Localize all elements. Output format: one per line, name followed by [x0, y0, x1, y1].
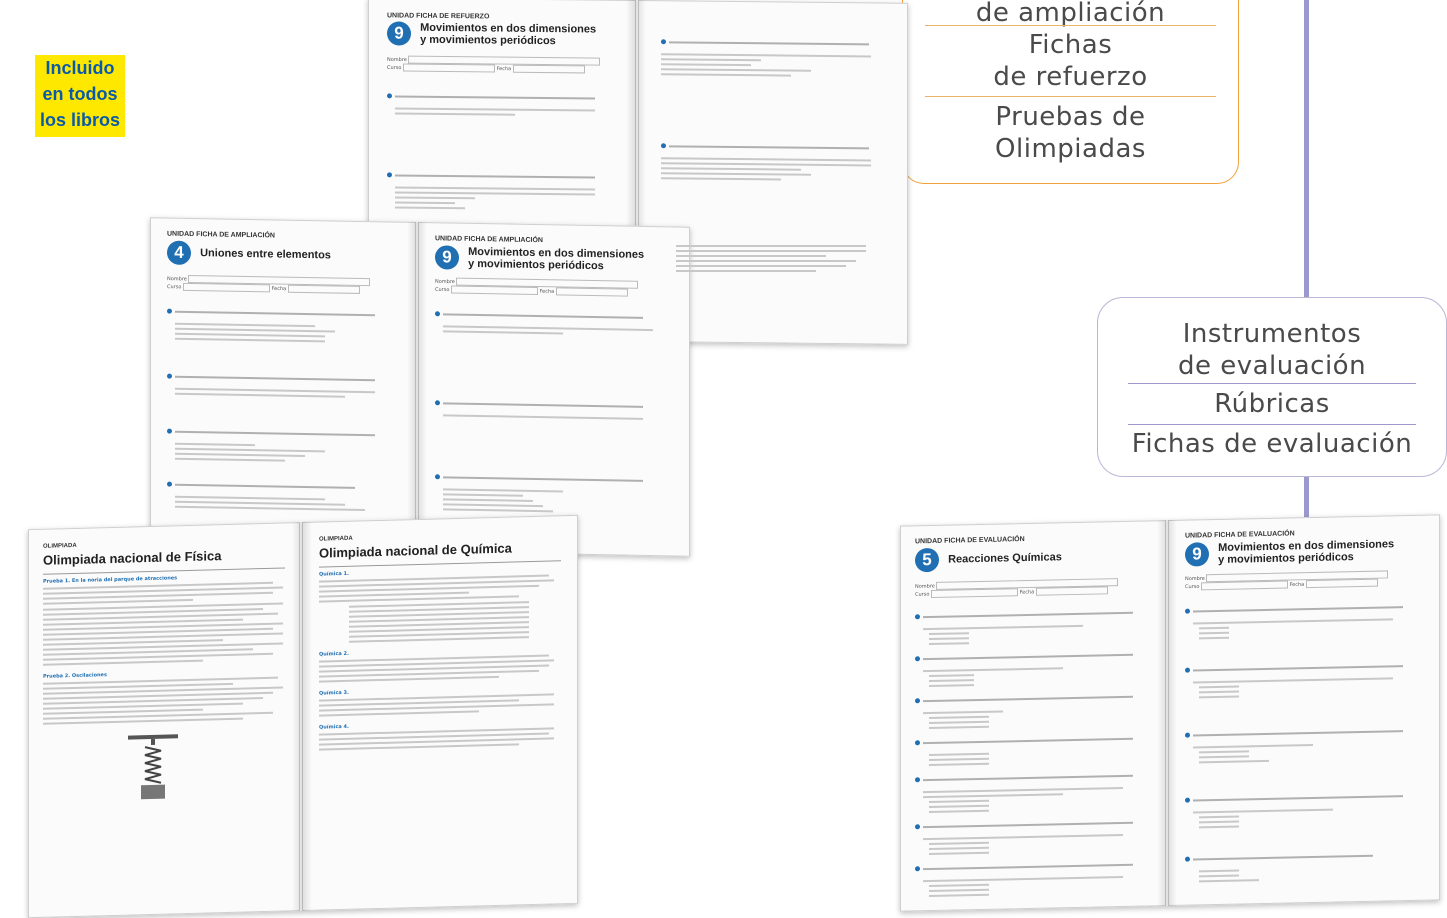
page-olimpiada-fisica: OLIMPIADA Olimpiada nacional de Física P…: [28, 522, 300, 918]
callout-line-pruebas: Pruebas de: [995, 102, 1146, 132]
question-block: [167, 474, 399, 512]
callout-line-instrumentos: Instrumentos: [1182, 319, 1362, 349]
unit-number-badge: 9: [1185, 542, 1209, 567]
callout-line-rubricas: Rúbricas: [1214, 389, 1330, 419]
question-block: [435, 303, 673, 336]
question-block: [435, 392, 673, 420]
page-title: Movimientos en dos dimensiones y movimie…: [1218, 538, 1394, 566]
question-block: [387, 164, 617, 210]
book-olimpiada: OLIMPIADA Olimpiada nacional de Física P…: [28, 514, 578, 918]
badge-line-2: en todos: [42, 84, 118, 104]
connector-line: [1304, 0, 1309, 298]
badge-line-3: los libros: [39, 110, 120, 130]
question-block: [661, 135, 885, 181]
page-olimpiada-quimica: OLIMPIADA Olimpiada nacional de Química …: [302, 514, 578, 912]
question-block: [1185, 655, 1423, 699]
question-block: [1185, 785, 1423, 829]
title-line-2: y movimientos periódicos: [1218, 551, 1354, 566]
question-block: [1185, 844, 1423, 883]
question-block: [387, 85, 617, 116]
callout-instrumentos: Instrumentos de evaluación Rúbricas Fich…: [1097, 297, 1447, 477]
refuerzo-extra-text: [676, 242, 876, 275]
page-ampliacion-right: UNIDAD FICHA DE AMPLIACIÓN 9 Movimientos…: [418, 221, 690, 557]
divider: [925, 96, 1216, 97]
book-ampliacion: UNIDAD FICHA DE AMPLIACIÓN 4 Uniones ent…: [150, 217, 690, 557]
unit-number-badge: 5: [915, 547, 939, 573]
page-evaluacion-left: UNIDAD FICHA DE EVALUACIÓN 5 Reacciones …: [900, 520, 1166, 912]
question-block: [661, 31, 885, 77]
book-evaluacion: UNIDAD FICHA DE EVALUACIÓN 5 Reacciones …: [900, 514, 1440, 912]
page-evaluacion-right: UNIDAD FICHA DE EVALUACIÓN 9 Movimientos…: [1168, 514, 1440, 907]
question-block: [1185, 720, 1423, 764]
page-title: Movimientos en dos dimensiones y movimie…: [420, 22, 596, 48]
book-gutter: [407, 221, 427, 553]
badge-line-1: Incluido: [45, 58, 115, 78]
divider: [925, 25, 1216, 26]
question-block: [167, 421, 399, 464]
title-line-2: y movimientos periódicos: [468, 257, 604, 273]
question-list: [915, 601, 1151, 898]
page-title: Olimpiada nacional de Física: [43, 548, 222, 568]
callout-fichas: de ampliación Fichas de refuerzo Pruebas…: [902, 0, 1239, 184]
book-gutter: [1157, 519, 1177, 907]
callout-line-fichas-evaluacion: Fichas de evaluación: [1131, 429, 1413, 459]
unit-number-badge: 9: [435, 245, 459, 270]
question-block: [1185, 596, 1423, 640]
unit-number-badge: 4: [167, 240, 191, 266]
page-title: Reacciones Químicas: [948, 551, 1062, 566]
callout-line-olimpiadas: Olimpiadas: [995, 134, 1146, 164]
page-title: Uniones entre elementos: [200, 247, 331, 262]
spring-illustration: [128, 734, 178, 800]
page-ampliacion-left: UNIDAD FICHA DE AMPLIACIÓN 4 Uniones ent…: [150, 217, 416, 552]
page-title: Movimientos en dos dimensiones y movimie…: [468, 246, 644, 273]
unit-label: UNIDAD FICHA DE REFUERZO: [387, 12, 490, 21]
unit-label: UNIDAD FICHA DE AMPLIACIÓN: [167, 230, 275, 240]
question-block: [167, 301, 399, 344]
callout-line-fichas: Fichas: [1028, 30, 1113, 60]
question-block: [435, 466, 673, 514]
divider: [1128, 383, 1416, 384]
callout-line-refuerzo: de refuerzo: [993, 62, 1148, 92]
unit-label: UNIDAD FICHA DE AMPLIACIÓN: [435, 235, 543, 245]
book-gutter: [292, 521, 312, 912]
course-date-field: Curso Fecha: [387, 63, 617, 74]
title-line-2: y movimientos periódicos: [420, 33, 556, 48]
included-badge: Incluido en todos los libros: [35, 55, 125, 137]
divider: [1128, 424, 1416, 425]
question-block: [167, 366, 399, 399]
callout-line-evaluacion: de evaluación: [1177, 351, 1367, 381]
unit-number-badge: 9: [387, 21, 411, 46]
page-title: Olimpiada nacional de Química: [319, 540, 512, 561]
